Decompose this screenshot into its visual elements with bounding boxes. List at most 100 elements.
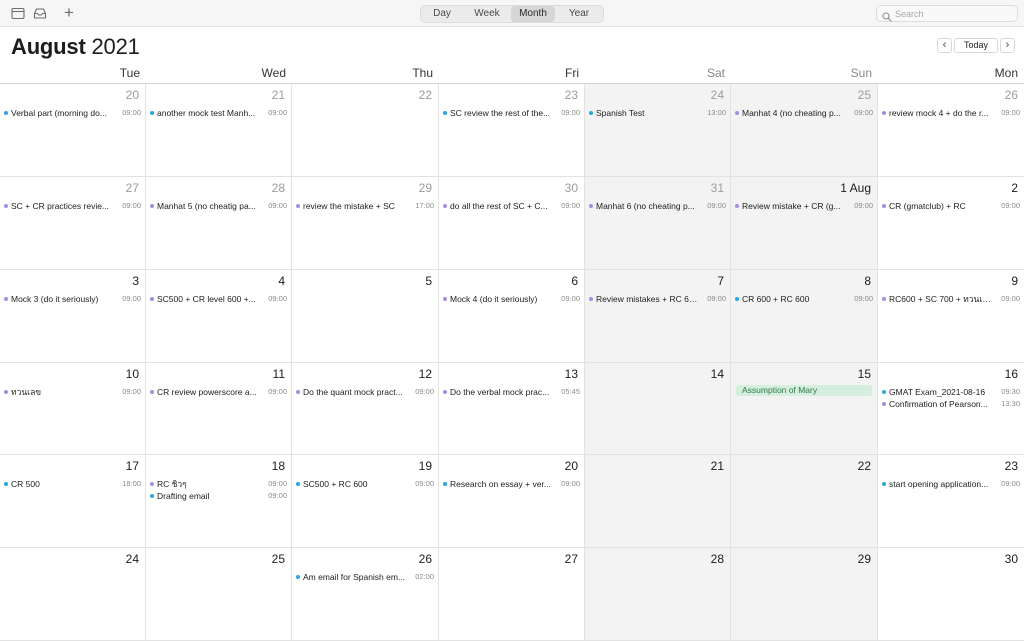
day-cell[interactable]: 7 Review mistakes + RC 600 09:00 — [585, 270, 731, 363]
calendar-event[interactable]: Mock 4 (do it seriously) 09:00 — [443, 293, 580, 305]
calendar-event[interactable]: CR review powerscore a... 09:00 — [150, 386, 287, 398]
event-title: Manhat 5 (no cheatig pa... — [157, 201, 256, 211]
calendar-event[interactable]: Manhat 4 (no cheating p... 09:00 — [735, 107, 873, 119]
calendar-event[interactable]: do all the rest of SC + C... 09:00 — [443, 200, 580, 212]
calendar-event[interactable]: Verbal part (morning do... 09:00 — [4, 107, 141, 119]
day-cell[interactable]: 16 GMAT Exam_2021-08-16 09:30 Confirmation … — [878, 363, 1024, 455]
calendar-event[interactable]: Manhat 6 (no cheating p... 09:00 — [589, 200, 726, 212]
calendar-event[interactable]: SC + CR practices revie... 09:00 — [4, 200, 141, 212]
day-cell[interactable]: 21 another mock test Manh... 09:00 — [146, 84, 292, 177]
view-month-button[interactable]: Month — [511, 6, 555, 22]
day-cell[interactable]: 6 Mock 4 (do it seriously) 09:00 — [439, 270, 585, 363]
day-cell[interactable]: 2 CR (gmatclub) + RC 09:00 — [878, 177, 1024, 270]
day-cell[interactable]: 31 Manhat 6 (no cheating p... 09:00 — [585, 177, 731, 270]
event-time: 09:00 — [707, 294, 726, 303]
weekday-0: Tue — [119, 66, 140, 80]
day-cell[interactable]: 23 SC review the rest of the... 09:00 — [439, 84, 585, 177]
event-time: 09:00 — [122, 387, 141, 396]
day-cell[interactable]: 23 start opening application... 09:00 — [878, 455, 1024, 548]
calendar-event[interactable]: SC500 + RC 600 09:00 — [296, 478, 434, 490]
day-cell[interactable]: 25 Manhat 4 (no cheating p... 09:00 — [731, 84, 878, 177]
day-cell[interactable]: 11 CR review powerscore a... 09:00 — [146, 363, 292, 455]
calendar-event[interactable]: RC600 + SC 700 + ทวนเลข 09:00 — [882, 293, 1020, 305]
calendar-event[interactable]: CR (gmatclub) + RC 09:00 — [882, 200, 1020, 212]
event-time: 09:00 — [268, 294, 287, 303]
calendar-event[interactable]: SC review the rest of the... 09:00 — [443, 107, 580, 119]
calendar-event[interactable]: Confirmation of Pearson... 13:30 — [882, 398, 1020, 410]
day-cell[interactable]: 20 Verbal part (morning do... 09:00 — [0, 84, 146, 177]
all-day-event[interactable]: Assumption of Mary — [736, 385, 872, 396]
event-time: 09:00 — [122, 108, 141, 117]
add-event-button[interactable]: + — [62, 3, 76, 23]
previous-month-button[interactable]: ‹ — [937, 38, 952, 53]
weekday-header: Tue Wed Thu Fri Sat Sun Mon — [0, 64, 1024, 84]
calendar-event[interactable]: GMAT Exam_2021-08-16 09:30 — [882, 386, 1020, 398]
day-cell[interactable]: 24 — [0, 548, 146, 641]
day-cell[interactable]: 29 — [731, 548, 878, 641]
day-cell[interactable]: 13 Do the verbal mock prac... 05:45 — [439, 363, 585, 455]
day-cell[interactable]: 4 SC500 + CR level 600 +... 09:00 — [146, 270, 292, 363]
day-cell[interactable]: 8 CR 600 + RC 600 09:00 — [731, 270, 878, 363]
day-cell[interactable]: 20 Research on essay + ver... 09:00 — [439, 455, 585, 548]
day-cell[interactable]: 27 SC + CR practices revie... 09:00 — [0, 177, 146, 270]
calendar-event[interactable]: SC500 + CR level 600 +... 09:00 — [150, 293, 287, 305]
search-input[interactable] — [895, 6, 1013, 21]
day-number: 1 Aug — [840, 181, 871, 195]
event-title: Review mistakes + RC 600 — [596, 294, 698, 304]
day-cell[interactable]: 28 — [585, 548, 731, 641]
day-cell[interactable]: 3 Mock 3 (do it seriously) 09:00 — [0, 270, 146, 363]
inbox-icon[interactable] — [33, 7, 47, 20]
calendar-list-icon[interactable] — [11, 7, 25, 20]
day-number: 21 — [271, 88, 285, 102]
day-cell[interactable]: 10 ทวนเลข 09:00 — [0, 363, 146, 455]
day-cell[interactable]: 24 Spanish Test 13:00 — [585, 84, 731, 177]
weekday-6: Mon — [994, 66, 1018, 80]
calendar-event[interactable]: Do the verbal mock prac... 05:45 — [443, 386, 580, 398]
day-cell[interactable]: 17 CR 500 18:00 — [0, 455, 146, 548]
day-cell[interactable]: 9 RC600 + SC 700 + ทวนเลข 09:00 — [878, 270, 1024, 363]
next-month-button[interactable]: › — [1000, 38, 1015, 53]
day-number: 22 — [857, 459, 871, 473]
day-cell[interactable]: 26 Am email for Spanish em... 02:00 — [292, 548, 439, 641]
calendar-event[interactable]: ทวนเลข 09:00 — [4, 386, 141, 398]
day-cell[interactable]: 25 — [146, 548, 292, 641]
view-day-button[interactable]: Day — [421, 6, 463, 22]
day-cell[interactable]: 22 — [292, 84, 439, 177]
calendar-event[interactable]: Am email for Spanish em... 02:00 — [296, 571, 434, 583]
day-cell[interactable]: 19 SC500 + RC 600 09:00 — [292, 455, 439, 548]
calendar-event[interactable]: start opening application... 09:00 — [882, 478, 1020, 490]
day-cell[interactable]: 1 Aug Review mistake + CR (g... 09:00 — [731, 177, 878, 270]
day-cell[interactable]: 12 Do the quant mock pract... 09:00 — [292, 363, 439, 455]
calendar-event[interactable]: Mock 3 (do it seriously) 09:00 — [4, 293, 141, 305]
calendar-event[interactable]: CR 600 + RC 600 09:00 — [735, 293, 873, 305]
day-cell[interactable]: 15 Assumption of Mary — [731, 363, 878, 455]
view-year-button[interactable]: Year — [555, 6, 603, 22]
calendar-event[interactable]: Do the quant mock pract... 09:00 — [296, 386, 434, 398]
event-time: 09:00 — [415, 479, 434, 488]
day-number: 30 — [1004, 552, 1018, 566]
calendar-event[interactable]: RC ชิวๆ 09:00 — [150, 478, 287, 490]
day-cell[interactable]: 14 — [585, 363, 731, 455]
calendar-event[interactable]: Review mistakes + RC 600 09:00 — [589, 293, 726, 305]
view-week-button[interactable]: Week — [463, 6, 511, 22]
day-cell[interactable]: 27 — [439, 548, 585, 641]
day-cell[interactable]: 21 — [585, 455, 731, 548]
calendar-event[interactable]: Research on essay + ver... 09:00 — [443, 478, 580, 490]
day-cell[interactable]: 18 RC ชิวๆ 09:00 Drafting email 09:00 — [146, 455, 292, 548]
calendar-event[interactable]: Drafting email 09:00 — [150, 490, 287, 502]
calendar-event[interactable]: Review mistake + CR (g... 09:00 — [735, 200, 873, 212]
day-cell[interactable]: 30 — [878, 548, 1024, 641]
calendar-event[interactable]: Spanish Test 13:00 — [589, 107, 726, 119]
today-button[interactable]: Today — [954, 38, 998, 53]
calendar-event[interactable]: review mock 4 + do the r... 09:00 — [882, 107, 1020, 119]
day-cell[interactable]: 28 Manhat 5 (no cheatig pa... 09:00 — [146, 177, 292, 270]
calendar-event[interactable]: Manhat 5 (no cheatig pa... 09:00 — [150, 200, 287, 212]
day-cell[interactable]: 5 — [292, 270, 439, 363]
calendar-event[interactable]: CR 500 18:00 — [4, 478, 141, 490]
calendar-event[interactable]: another mock test Manh... 09:00 — [150, 107, 287, 119]
day-cell[interactable]: 30 do all the rest of SC + C... 09:00 — [439, 177, 585, 270]
day-cell[interactable]: 22 — [731, 455, 878, 548]
day-cell[interactable]: 29 review the mistake + SC 17:00 — [292, 177, 439, 270]
day-cell[interactable]: 26 review mock 4 + do the r... 09:00 — [878, 84, 1024, 177]
calendar-event[interactable]: review the mistake + SC 17:00 — [296, 200, 434, 212]
